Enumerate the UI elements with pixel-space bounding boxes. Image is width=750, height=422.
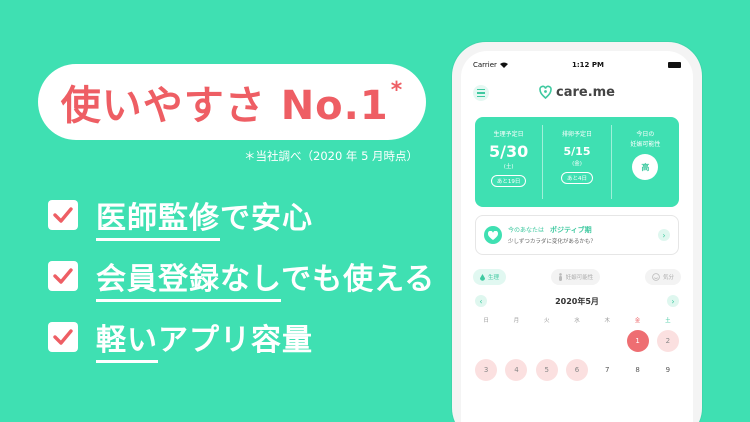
days-remaining-badge: あと4日: [560, 172, 593, 184]
carrier-label: Carrier: [473, 61, 497, 69]
smiley-icon: [652, 273, 660, 281]
feature-lightweight: 軽いアプリ容量: [48, 315, 313, 363]
checkbox-icon: [48, 200, 78, 230]
feature-rest: で安心: [220, 201, 313, 236]
chevron-right-icon[interactable]: ›: [658, 229, 670, 241]
headline-text: 使いやすさ No.1: [60, 83, 389, 129]
calendar-day[interactable]: 8: [627, 359, 649, 381]
person-icon: [558, 273, 562, 281]
checkbox-icon: [48, 322, 78, 352]
survey-note: ＊当社調べ（2020 年 5 月時点）: [244, 149, 419, 163]
days-remaining-badge: あと19日: [490, 175, 527, 187]
calendar-day[interactable]: 5: [535, 359, 558, 381]
calendar-day[interactable]: 7: [596, 359, 618, 381]
battery-icon: [668, 62, 681, 68]
calendar-day[interactable]: 9: [657, 359, 679, 381]
chip-fertility[interactable]: 妊娠可能性: [550, 269, 601, 285]
headline-mark: *: [390, 77, 404, 103]
cycle-summary-card[interactable]: 生理予定日 5/30 (土) あと19日 排卵予定日 5/15 (金) あと4日…: [475, 117, 679, 207]
feature-highlight: 軽い: [96, 323, 158, 363]
wifi-icon: [499, 62, 508, 68]
chip-period[interactable]: 生理: [473, 269, 507, 285]
app-logo: care.me: [539, 85, 615, 100]
ovulation-date: 5/15: [563, 145, 591, 158]
feature-highlight: 医師監修: [96, 201, 220, 241]
heart-icon: [484, 226, 502, 244]
calendar-day[interactable]: 3: [475, 359, 498, 381]
calendar-day[interactable]: 2: [656, 330, 679, 352]
calendar-grid: 1 2 3 4 5 6 7 8 9: [471, 330, 683, 381]
menu-icon[interactable]: [473, 85, 489, 101]
next-ovulation: 排卵予定日 5/15 (金) あと4日: [542, 125, 610, 199]
next-period: 生理予定日 5/30 (土) あと19日: [489, 131, 529, 187]
headline-banner: 使いやすさ No.1 *: [38, 64, 426, 140]
app-screen: Carrier 1:12 PM care.me 生理予定日 5/30 (土) あ…: [461, 51, 693, 422]
feature-rest: アプリ容量: [158, 323, 313, 358]
app-header: care.me: [461, 75, 693, 109]
calendar-day[interactable]: 4: [505, 359, 528, 381]
calendar-day[interactable]: 1: [626, 330, 649, 352]
chevron-left-icon[interactable]: ‹: [475, 295, 487, 307]
month-navigator: ‹ 2020年5月 ›: [475, 295, 679, 307]
drop-icon: [480, 273, 485, 281]
month-title: 2020年5月: [555, 296, 599, 306]
feature-rest: でも使える: [281, 262, 436, 297]
weekday-header: 日 月 火 水 木 金 土: [483, 318, 671, 324]
feature-no-registration: 会員登録なしでも使える: [48, 254, 436, 302]
calendar-day[interactable]: 6: [565, 359, 588, 381]
chevron-right-icon[interactable]: ›: [667, 295, 679, 307]
phase-card[interactable]: 今のあなたは ポジティブ期 少しずつカラダに変化があるかも？ ›: [475, 215, 679, 255]
phase-description: 少しずつカラダに変化があるかも？: [508, 239, 596, 245]
fertility-today: 今日の 妊娠可能性 高: [610, 125, 679, 199]
feature-highlight: 会員登録なし: [96, 262, 282, 302]
app-name: care.me: [555, 84, 615, 100]
phone-frame: Carrier 1:12 PM care.me 生理予定日 5/30 (土) あ…: [452, 42, 702, 422]
calendar-filter-chips: 生理 妊娠可能性 気分: [473, 269, 681, 285]
heart-logo-icon: [539, 85, 552, 99]
fertility-level-badge: 高: [632, 154, 659, 180]
phase-name: ポジティブ期: [550, 226, 592, 234]
checkbox-icon: [48, 261, 78, 291]
feature-doctor-supervised: 医師監修で安心: [48, 193, 313, 241]
chip-mood[interactable]: 気分: [644, 269, 681, 285]
clock: 1:12 PM: [572, 61, 604, 69]
status-bar: Carrier 1:12 PM: [461, 55, 693, 75]
period-date: 5/30: [489, 142, 529, 161]
